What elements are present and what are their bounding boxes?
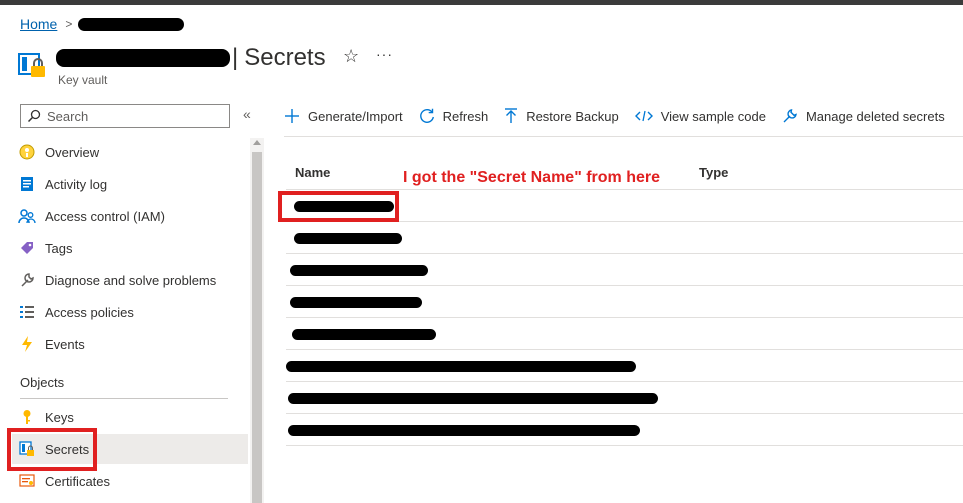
redacted-secret-name[interactable]	[288, 393, 658, 404]
generate-import-button[interactable]: Generate/Import	[284, 108, 403, 124]
sidebar-item-label: Certificates	[45, 473, 111, 489]
sidebar-item-activity-log[interactable]: Activity log	[12, 169, 248, 199]
chevron-right-icon: >	[65, 17, 73, 31]
sidebar-item-access-policies[interactable]: Access policies	[12, 297, 248, 327]
generate-import-label: Generate/Import	[308, 108, 403, 124]
top-bar	[0, 0, 963, 5]
sidebar-item-label: Overview	[45, 144, 100, 160]
redacted-secret-name[interactable]	[290, 297, 422, 308]
table-row[interactable]	[286, 318, 963, 350]
manage-deleted-secrets-button[interactable]: Manage deleted secrets	[782, 108, 945, 124]
search-icon	[27, 109, 41, 123]
breadcrumb: Home >	[20, 14, 185, 34]
command-bar-divider	[284, 136, 963, 137]
table-row[interactable]	[286, 350, 963, 382]
redacted-vault-name	[56, 49, 230, 67]
sidebar-item-label: Diagnose and solve problems	[45, 272, 217, 288]
key-vault-icon	[18, 53, 45, 77]
annotation-highlight-secrets	[7, 428, 97, 471]
sidebar-item-overview[interactable]: Overview	[12, 137, 248, 167]
refresh-button[interactable]: Refresh	[419, 108, 489, 124]
sidebar-item-diagnose[interactable]: Diagnose and solve problems	[12, 265, 248, 295]
page-title: Secrets	[244, 44, 326, 71]
key-icon	[18, 408, 36, 426]
view-sample-code-button[interactable]: View sample code	[634, 108, 766, 124]
sidebar-item-events[interactable]: Events	[12, 329, 248, 359]
collapse-sidebar-button[interactable]: «	[243, 106, 251, 122]
list-icon	[18, 303, 36, 321]
star-icon[interactable]: ☆	[343, 46, 359, 67]
code-icon	[634, 110, 653, 122]
activity-log-icon	[18, 175, 36, 193]
restore-backup-label: Restore Backup	[526, 108, 619, 124]
refresh-icon	[419, 108, 434, 123]
lightning-icon	[18, 335, 36, 353]
wrench-icon	[783, 109, 797, 123]
page-subtitle: Key vault	[58, 73, 108, 87]
tag-icon	[18, 239, 36, 257]
people-icon	[18, 207, 36, 225]
breadcrumb-home-link[interactable]: Home	[20, 16, 57, 32]
sidebar-item-tags[interactable]: Tags	[12, 233, 248, 263]
sidebar-search-input[interactable]: Search	[20, 104, 230, 128]
sidebar-item-label: Access control (IAM)	[45, 208, 165, 224]
sidebar-item-label: Access policies	[45, 304, 134, 320]
annotation-text: I got the "Secret Name" from here	[403, 169, 661, 186]
section-divider	[20, 398, 228, 399]
sidebar-item-access-control[interactable]: Access control (IAM)	[12, 201, 248, 231]
sidebar-item-label: Events	[45, 336, 85, 352]
table-row[interactable]	[286, 286, 963, 318]
redacted-secret-name[interactable]	[294, 233, 402, 244]
column-header-type[interactable]: Type	[699, 165, 728, 180]
table-row[interactable]	[286, 254, 963, 286]
scrollbar-thumb[interactable]	[252, 152, 262, 503]
table-row[interactable]	[286, 414, 963, 446]
restore-backup-button[interactable]: Restore Backup	[504, 108, 619, 124]
more-options-button[interactable]: ···	[376, 46, 393, 62]
table-row[interactable]	[286, 222, 963, 254]
annotation-highlight-secret-name	[278, 191, 399, 222]
view-sample-code-label: View sample code	[660, 108, 766, 124]
scroll-up-arrow-icon[interactable]	[253, 140, 261, 145]
page-header: | Secrets	[56, 42, 326, 74]
redacted-breadcrumb-vault[interactable]	[78, 17, 185, 31]
redacted-secret-name[interactable]	[290, 265, 428, 276]
title-separator: |	[232, 44, 239, 71]
upload-icon	[505, 108, 518, 123]
certificate-icon	[18, 472, 36, 490]
sidebar-item-label: Keys	[45, 409, 74, 425]
search-placeholder: Search	[47, 108, 89, 124]
sidebar-section-objects: Objects	[20, 375, 65, 390]
manage-deleted-secrets-label: Manage deleted secrets	[805, 108, 945, 124]
overview-icon	[18, 143, 36, 161]
sidebar-item-label: Activity log	[45, 176, 108, 192]
redacted-secret-name[interactable]	[292, 329, 436, 340]
refresh-label: Refresh	[442, 108, 489, 124]
wrench-icon	[18, 271, 36, 289]
sidebar-item-label: Tags	[45, 240, 73, 256]
column-header-name[interactable]: Name	[295, 165, 330, 180]
redacted-secret-name[interactable]	[288, 425, 640, 436]
command-bar: Generate/Import Refresh Restore Backup V…	[284, 104, 961, 128]
plus-icon	[285, 109, 299, 123]
redacted-secret-name[interactable]	[286, 361, 636, 372]
table-row[interactable]	[286, 382, 963, 414]
